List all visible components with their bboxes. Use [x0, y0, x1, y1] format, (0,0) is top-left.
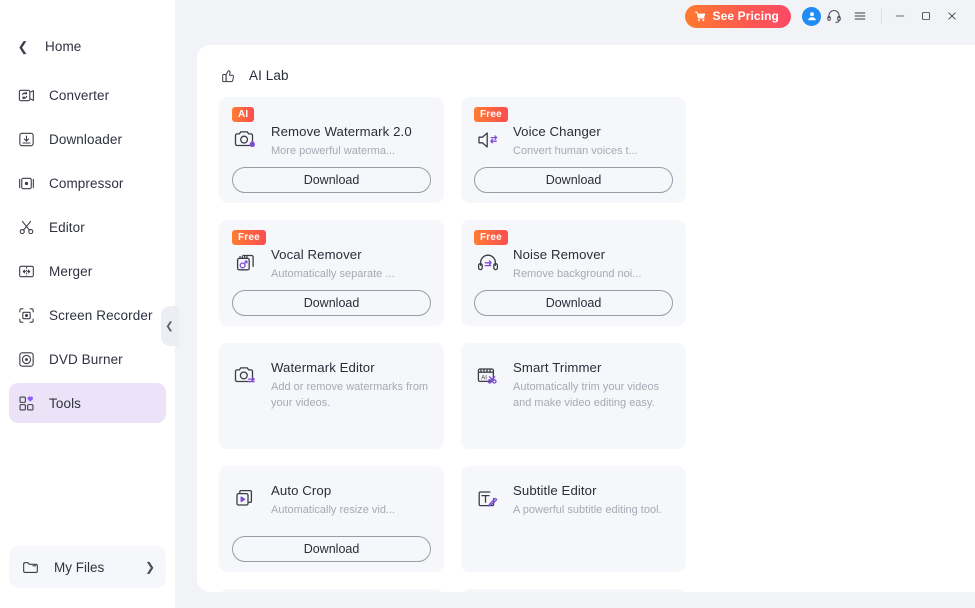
sidebar-my-files[interactable]: My Files ❯	[9, 546, 166, 588]
sidebar-item-label: Screen Recorder	[49, 307, 153, 323]
screen-recorder-icon	[16, 305, 36, 325]
sidebar-item-tools[interactable]: Tools	[9, 383, 166, 423]
folder-icon	[20, 557, 40, 577]
sidebar-item-label: Converter	[49, 87, 110, 103]
camera-watermark-icon	[231, 126, 261, 156]
sidebar-item-compressor[interactable]: Compressor	[9, 163, 166, 203]
tool-title: Watermark Editor	[271, 360, 375, 375]
headset-icon[interactable]	[821, 3, 847, 29]
status-badge: Free	[232, 230, 266, 245]
thumbs-up-icon	[220, 67, 237, 84]
ai-trimmer-icon: AI	[473, 362, 503, 392]
tools-grid-icon	[16, 393, 36, 413]
maximize-icon[interactable]	[913, 3, 939, 29]
tool-title: Subtitle Editor	[513, 483, 597, 498]
svg-text:AI: AI	[481, 375, 487, 381]
tool-description: Convert human voices t...	[513, 145, 638, 157]
tool-title: Vocal Remover	[271, 247, 362, 262]
sidebar: ❮ Home Converter Downloader Compressor E…	[0, 0, 179, 608]
merger-icon	[16, 261, 36, 281]
tool-title: Smart Trimmer	[513, 360, 602, 375]
tool-description: Remove background noi...	[513, 268, 642, 280]
tool-title: Remove Watermark 2.0	[271, 124, 412, 139]
tool-card-noise-remover[interactable]: Free Noise Remover Remove background noi…	[461, 220, 686, 326]
download-button[interactable]: Download	[232, 536, 431, 562]
dvd-burner-icon	[16, 349, 36, 369]
chevron-left-icon: ❮	[165, 320, 174, 332]
download-button[interactable]: Download	[474, 290, 673, 316]
compressor-icon	[16, 173, 36, 193]
tool-card-smart-trimmer[interactable]: AI Smart Trimmer Automatically trim your…	[461, 343, 686, 449]
chevron-left-icon: ❮	[17, 38, 29, 54]
minimize-icon[interactable]	[887, 3, 913, 29]
chevron-right-icon: ❯	[144, 560, 155, 574]
status-badge: Free	[474, 230, 508, 245]
tools-grid: AI Remove Watermark 2.0 More powerful wa…	[219, 97, 919, 592]
hamburger-menu-icon[interactable]	[847, 3, 873, 29]
tool-description: Add or remove watermarks from your video…	[271, 381, 429, 409]
sidebar-item-editor[interactable]: Editor	[9, 207, 166, 247]
sidebar-my-files-label: My Files	[54, 559, 105, 575]
download-button[interactable]: Download	[232, 167, 431, 193]
tool-description: Automatically separate ...	[271, 268, 395, 280]
sidebar-item-dvd-burner[interactable]: DVD Burner	[9, 339, 166, 379]
sidebar-item-label: Merger	[49, 263, 93, 279]
tool-card-remove-watermark[interactable]: AI Remove Watermark 2.0 More powerful wa…	[219, 97, 444, 203]
vocal-remover-icon	[231, 249, 261, 279]
sidebar-item-converter[interactable]: Converter	[9, 75, 166, 115]
sidebar-item-label: Compressor	[49, 175, 124, 191]
sidebar-item-screen-recorder[interactable]: Screen Recorder	[9, 295, 166, 335]
headphones-noise-icon	[473, 249, 503, 279]
sidebar-home-label: Home	[45, 38, 82, 54]
downloader-icon	[16, 129, 36, 149]
sidebar-nav: Converter Downloader Compressor Editor M…	[0, 75, 175, 427]
titlebar: See Pricing	[175, 0, 975, 32]
tool-title: Noise Remover	[513, 247, 606, 262]
tool-card-background-remover[interactable]: Background Remover Automatically remove …	[219, 589, 444, 592]
tool-card-subtitle-editor[interactable]: Subtitle Editor A powerful subtitle edit…	[461, 466, 686, 572]
see-pricing-button[interactable]: See Pricing	[684, 4, 791, 28]
sidebar-collapse-handle[interactable]: ❮	[161, 306, 179, 346]
subtitle-editor-icon	[473, 485, 503, 515]
camera-watermark-edit-icon	[231, 362, 261, 392]
converter-icon	[16, 85, 36, 105]
tool-card-watermark-editor[interactable]: Watermark Editor Add or remove watermark…	[219, 343, 444, 449]
titlebar-divider	[881, 8, 882, 24]
sidebar-item-label: Downloader	[49, 131, 123, 147]
download-button[interactable]: Download	[232, 290, 431, 316]
sidebar-item-merger[interactable]: Merger	[9, 251, 166, 291]
tool-description: Automatically trim your videos and make …	[513, 381, 660, 409]
user-avatar-icon[interactable]	[802, 6, 821, 26]
download-button[interactable]: Download	[474, 167, 673, 193]
sidebar-home[interactable]: ❮ Home	[0, 31, 175, 61]
close-icon[interactable]	[939, 3, 965, 29]
tool-card-vocal-remover[interactable]: Free Vocal Remover Automatically separat…	[219, 220, 444, 326]
tool-description: More powerful waterma...	[271, 145, 396, 157]
tool-description: A powerful subtitle editing tool.	[513, 504, 662, 516]
section-title: AI Lab	[249, 68, 289, 83]
main-area: See Pricing AI Lab AI Remove Watermark 2…	[175, 0, 975, 608]
scissors-icon	[16, 217, 36, 237]
sidebar-item-label: Editor	[49, 219, 85, 235]
tool-title: Voice Changer	[513, 124, 601, 139]
tool-title: Auto Crop	[271, 483, 332, 498]
tool-description: Automatically resize vid...	[271, 504, 396, 516]
tool-card-auto-crop[interactable]: Auto Crop Automatically resize vid... Do…	[219, 466, 444, 572]
sidebar-item-label: Tools	[49, 395, 82, 411]
status-badge: AI	[232, 107, 255, 122]
status-badge: Free	[474, 107, 508, 122]
content-panel: AI Lab AI Remove Watermark 2.0 More powe…	[197, 45, 975, 592]
sidebar-item-label: DVD Burner	[49, 351, 123, 367]
tool-card-voice-changer[interactable]: Free Voice Changer Convert human voices …	[461, 97, 686, 203]
see-pricing-label: See Pricing	[712, 9, 779, 23]
cart-icon	[694, 10, 707, 23]
auto-crop-icon	[231, 485, 261, 515]
app-window: ❮ Home Converter Downloader Compressor E…	[0, 0, 975, 608]
section-header: AI Lab	[220, 67, 975, 84]
sidebar-item-downloader[interactable]: Downloader	[9, 119, 166, 159]
tool-card-ai-portrait[interactable]: AI Portrait Change video backgrou... Dow…	[461, 589, 686, 592]
speaker-voice-icon	[473, 126, 503, 156]
